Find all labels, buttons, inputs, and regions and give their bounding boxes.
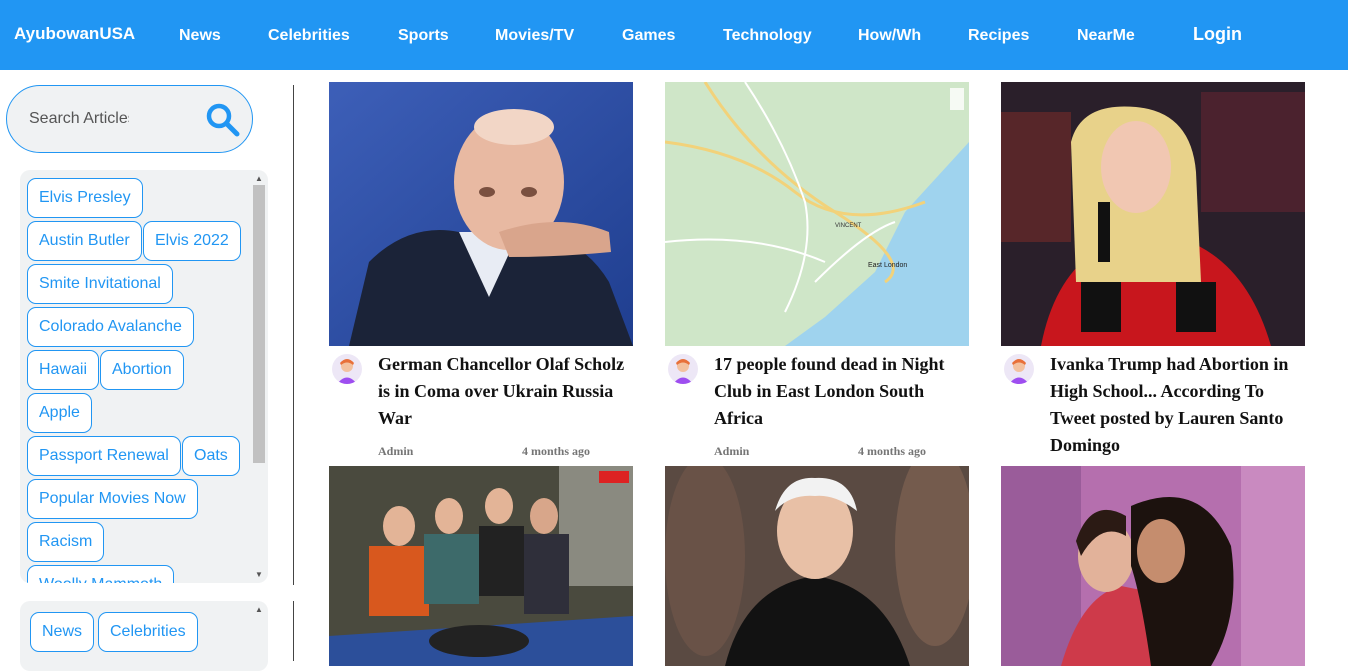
article-6-image[interactable] (1001, 466, 1305, 666)
scroll-up-arrow[interactable]: ▲ (252, 174, 266, 184)
nav-celebrities[interactable]: Celebrities (268, 27, 350, 45)
tag-smite-invitational[interactable]: Smite Invitational (27, 264, 173, 304)
search-box (6, 85, 253, 153)
category-celebrities[interactable]: Celebrities (98, 612, 198, 652)
tag-racism[interactable]: Racism (27, 522, 105, 562)
article-2-author[interactable]: Admin (714, 444, 749, 459)
article-4-image[interactable] (329, 466, 633, 666)
map-label-east-london: East London (868, 262, 907, 269)
search-icon[interactable] (204, 101, 242, 139)
nav-games[interactable]: Games (622, 27, 675, 45)
article-2-image-map[interactable]: VINCENT East London (665, 82, 969, 346)
category-news[interactable]: News (30, 612, 95, 652)
article-3-title[interactable]: Ivanka Trump had Abortion in High School… (1050, 351, 1312, 459)
top-nav-bar: AyubowanUSA News Celebrities Sports Movi… (0, 0, 1348, 70)
tag-popular-movies-now[interactable]: Popular Movies Now (27, 479, 198, 519)
nav-movies-tv[interactable]: Movies/TV (495, 27, 574, 45)
avatar-icon (1004, 354, 1034, 384)
tag-abortion[interactable]: Abortion (100, 350, 184, 390)
scroll-up-arrow-2[interactable]: ▲ (252, 605, 266, 615)
nav-recipes[interactable]: Recipes (968, 27, 1029, 45)
trending-tags-panel: Elvis Presley Austin Butler Elvis 2022 S… (20, 170, 268, 583)
tag-passport-renewal[interactable]: Passport Renewal (27, 436, 181, 476)
article-2-time: 4 months ago (858, 444, 927, 458)
article-1-author[interactable]: Admin (378, 444, 413, 459)
tag-elvis-presley[interactable]: Elvis Presley (27, 178, 143, 218)
site-logo[interactable]: AyubowanUSA (14, 24, 135, 44)
sidebar-divider-2 (293, 601, 294, 661)
article-1-time: 4 months ago (522, 444, 591, 458)
tag-apple[interactable]: Apple (27, 393, 92, 433)
article-1-title[interactable]: German Chancellor Olaf Scholz is in Coma… (378, 351, 636, 432)
article-3-image[interactable] (1001, 82, 1305, 346)
tag-hawaii[interactable]: Hawaii (27, 350, 100, 390)
avatar-icon (668, 354, 698, 384)
nav-nearme[interactable]: NearMe (1077, 27, 1135, 45)
search-input[interactable] (29, 107, 129, 131)
avatar-icon (332, 354, 362, 384)
tag-austin-butler[interactable]: Austin Butler (27, 221, 142, 261)
nav-technology[interactable]: Technology (723, 27, 812, 45)
nav-sports[interactable]: Sports (398, 27, 449, 45)
tag-colorado-avalanche[interactable]: Colorado Avalanche (27, 307, 194, 347)
nav-how-wh[interactable]: How/Wh (858, 27, 921, 45)
sidebar-divider (293, 85, 294, 585)
article-5-image[interactable] (665, 466, 969, 666)
categories-panel: News Celebrities (20, 601, 268, 671)
tags-scrollbar[interactable] (253, 185, 265, 463)
login-link[interactable]: Login (1193, 24, 1242, 45)
scroll-down-arrow[interactable]: ▼ (252, 570, 266, 580)
map-label-vincent: VINCENT (835, 223, 862, 229)
tag-elvis-2022[interactable]: Elvis 2022 (143, 221, 241, 261)
article-1-image[interactable] (329, 82, 633, 346)
tag-woolly-mammoth[interactable]: Woolly Mammoth (27, 565, 175, 583)
nav-news[interactable]: News (179, 27, 221, 45)
article-2-title[interactable]: 17 people found dead in Night Club in Ea… (714, 351, 972, 432)
tag-oats[interactable]: Oats (182, 436, 240, 476)
